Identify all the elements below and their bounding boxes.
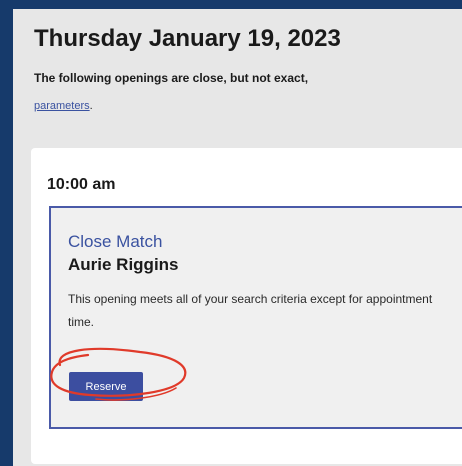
- opening-description: This opening meets all of your search cr…: [68, 292, 433, 329]
- provider-name: Aurie Riggins: [68, 255, 179, 274]
- params-line: parameters.: [34, 100, 93, 112]
- opening-card: Close Match Aurie Riggins This opening m…: [49, 206, 462, 429]
- params-suffix: .: [89, 100, 93, 112]
- time-slot-card: 10:00 am Close Match Aurie Riggins This …: [31, 148, 462, 464]
- time-label: 10:00 am: [47, 176, 116, 193]
- parameters-link[interactable]: parameters: [34, 100, 90, 112]
- reserve-button[interactable]: Reserve: [69, 372, 143, 401]
- date-heading: Thursday January 19, 2023: [34, 25, 341, 52]
- results-panel: Thursday January 19, 2023 The following …: [13, 9, 462, 466]
- match-type-label: Close Match: [68, 232, 163, 251]
- top-bar: [0, 0, 462, 8]
- close-match-notice: The following openings are close, but no…: [34, 71, 309, 85]
